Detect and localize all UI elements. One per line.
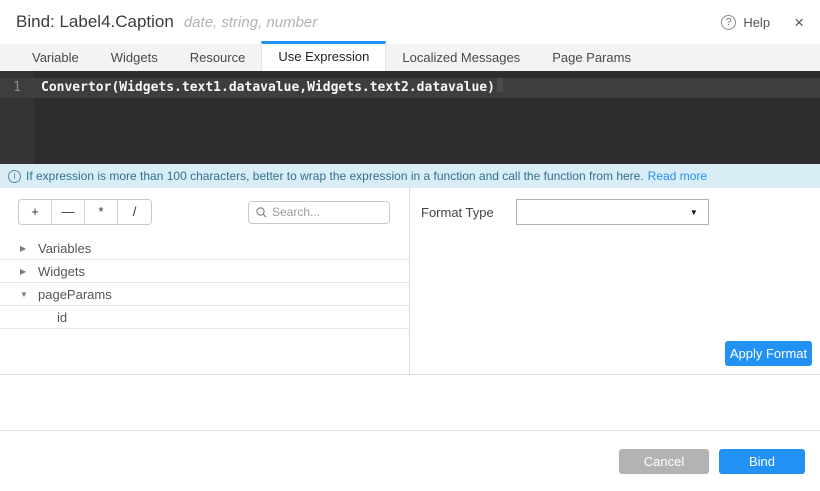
tab-localized-messages[interactable]: Localized Messages: [386, 44, 536, 71]
search-input[interactable]: [272, 205, 382, 219]
chevron-right-icon[interactable]: ▶: [20, 267, 38, 276]
tree-item-id[interactable]: id: [0, 306, 409, 329]
format-panel: Format Type ▼ Apply Format: [410, 188, 820, 374]
dialog-header: Bind: Label4.Caption date, string, numbe…: [0, 0, 820, 44]
expression-toolbar: + — * /: [0, 199, 409, 225]
chevron-down-icon[interactable]: ▼: [20, 290, 38, 299]
tab-page-params[interactable]: Page Params: [536, 44, 647, 71]
plus-operator-button[interactable]: +: [19, 200, 52, 224]
format-type-select[interactable]: ▼: [516, 199, 709, 225]
spacer: [0, 375, 820, 430]
read-more-link[interactable]: Read more: [648, 169, 707, 183]
search-box[interactable]: [248, 201, 390, 224]
tree-item-pageparams[interactable]: ▼ pageParams: [0, 283, 409, 306]
tab-use-expression[interactable]: Use Expression: [261, 41, 386, 71]
cancel-button[interactable]: Cancel: [619, 449, 709, 474]
multiply-operator-button[interactable]: *: [85, 200, 118, 224]
tree-item-label: id: [57, 310, 67, 325]
apply-format-button[interactable]: Apply Format: [725, 341, 812, 366]
tab-resource[interactable]: Resource: [174, 44, 262, 71]
close-icon[interactable]: ×: [794, 14, 804, 31]
tree-item-label: pageParams: [38, 287, 112, 302]
tab-bar: Variable Widgets Resource Use Expression…: [0, 44, 820, 71]
tab-variable[interactable]: Variable: [16, 44, 95, 71]
info-text: If expression is more than 100 character…: [26, 169, 644, 183]
expression-code[interactable]: Convertor(Widgets.text1.datavalue,Widget…: [34, 78, 495, 98]
divide-operator-button[interactable]: /: [118, 200, 151, 224]
bind-dialog: Bind: Label4.Caption date, string, numbe…: [0, 0, 820, 491]
tree-item-label: Variables: [38, 241, 91, 256]
text-cursor: [497, 78, 503, 92]
expression-helper-panel: + — * / ▶ Variables: [0, 188, 410, 374]
line-number: 1: [0, 78, 34, 98]
dialog-title: Bind: Label4.Caption: [16, 12, 174, 32]
header-actions: ? Help ×: [721, 14, 804, 31]
help-icon[interactable]: ?: [721, 15, 736, 30]
help-link[interactable]: Help: [743, 15, 770, 30]
format-type-row: Format Type ▼: [410, 199, 820, 225]
bind-button[interactable]: Bind: [719, 449, 805, 474]
info-bar: i If expression is more than 100 charact…: [0, 164, 820, 188]
dialog-subtitle: date, string, number: [184, 14, 317, 31]
dialog-footer: Cancel Bind: [0, 430, 820, 491]
tree-item-variables[interactable]: ▶ Variables: [0, 237, 409, 260]
chevron-down-icon: ▼: [690, 208, 698, 217]
expression-code-editor[interactable]: 1 Convertor(Widgets.text1.datavalue,Widg…: [0, 71, 820, 164]
tree-item-widgets[interactable]: ▶ Widgets: [0, 260, 409, 283]
operator-button-group: + — * /: [18, 199, 152, 225]
binding-tree: ▶ Variables ▶ Widgets ▼ pageParams id: [0, 237, 409, 329]
tab-widgets[interactable]: Widgets: [95, 44, 174, 71]
info-icon: i: [8, 170, 21, 183]
format-type-label: Format Type: [421, 205, 494, 220]
editor-active-line[interactable]: 1 Convertor(Widgets.text1.datavalue,Widg…: [0, 78, 820, 98]
tree-item-label: Widgets: [38, 264, 85, 279]
minus-operator-button[interactable]: —: [52, 200, 85, 224]
main-panels: + — * / ▶ Variables: [0, 188, 820, 374]
search-icon: [256, 207, 267, 218]
chevron-right-icon[interactable]: ▶: [20, 244, 38, 253]
